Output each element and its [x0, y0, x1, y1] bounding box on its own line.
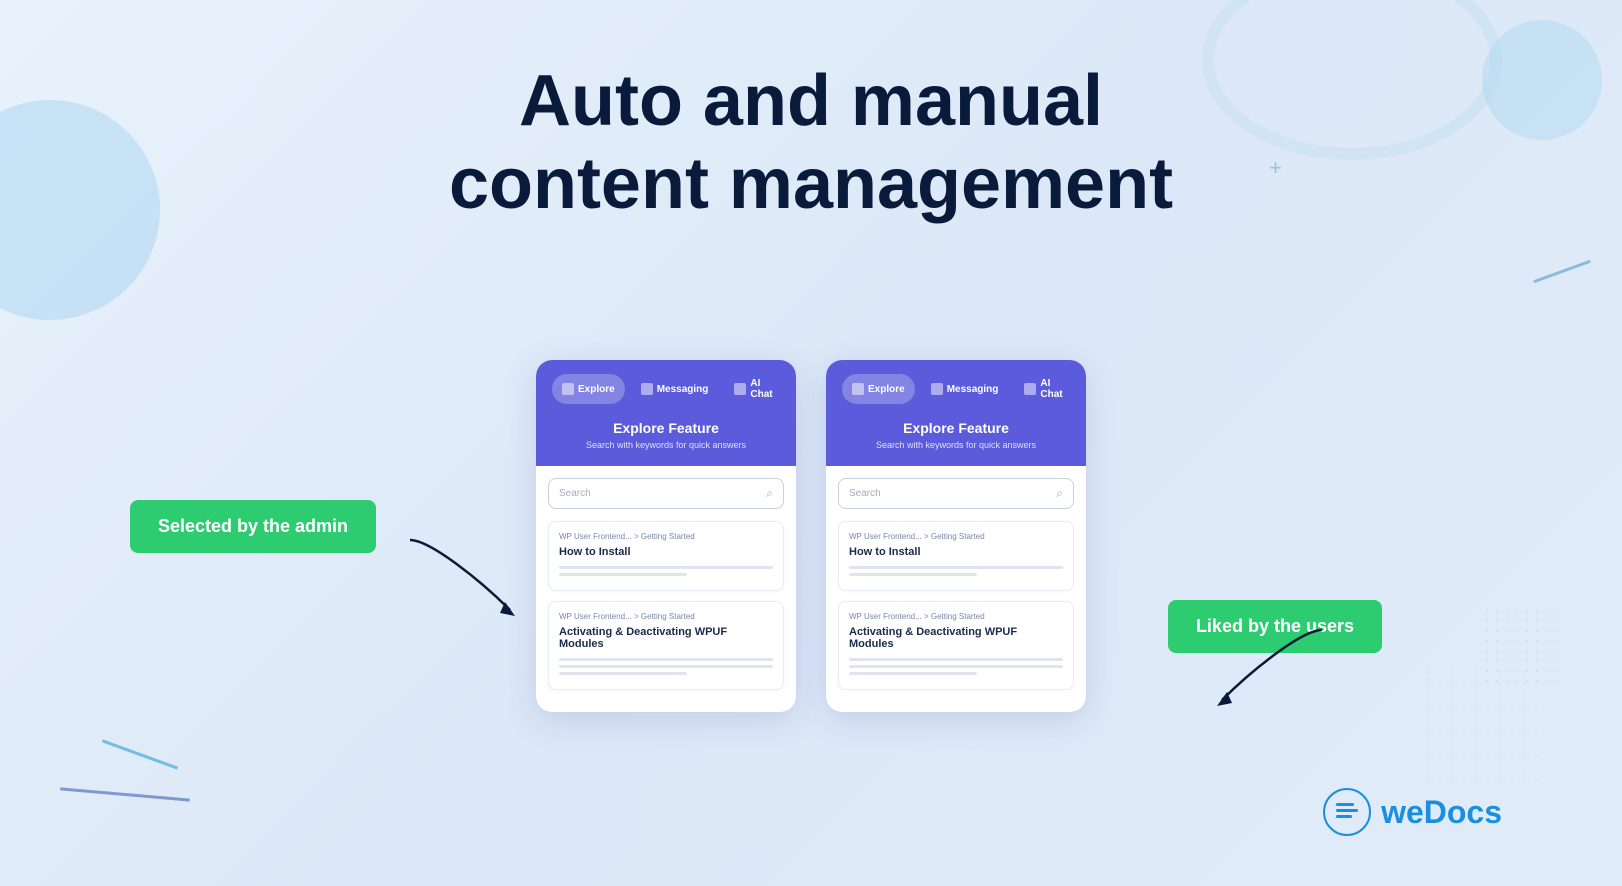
line: [559, 672, 687, 675]
card-right-breadcrumb-1: WP User Frontend... > Getting Started: [849, 532, 1063, 541]
card-right-item-title-2: Activating & Deactivating WPUF Modules: [849, 626, 1063, 650]
line: [559, 665, 773, 668]
card-left: Explore Messaging AI Chat Explore Featur…: [536, 360, 796, 712]
card-left-title: Explore Feature: [552, 420, 780, 436]
line: [849, 573, 977, 576]
card-right-item-2[interactable]: WP User Frontend... > Getting Started Ac…: [838, 601, 1074, 690]
search-icon-left: ⌕: [766, 486, 773, 501]
bg-arrow-decoration: [1533, 260, 1590, 283]
wedocs-icon: [1323, 788, 1371, 836]
explore-icon-left: [562, 383, 574, 395]
line: [559, 573, 687, 576]
tab-aichat-left[interactable]: AI Chat: [724, 374, 782, 404]
card-left-item-2[interactable]: WP User Frontend... > Getting Started Ac…: [548, 601, 784, 690]
aichat-icon-right: [1024, 383, 1036, 395]
search-icon-right: ⌕: [1056, 486, 1063, 501]
tab-explore-right[interactable]: Explore: [842, 374, 915, 404]
messaging-icon-left: [641, 383, 653, 395]
line: [559, 566, 773, 569]
card-left-item-lines-2: [559, 658, 773, 675]
bg-line-2: [60, 787, 190, 801]
card-left-item-title-1: How to Install: [559, 546, 773, 558]
aichat-icon-left: [734, 383, 746, 395]
card-left-subtitle: Search with keywords for quick answers: [552, 440, 780, 450]
line: [849, 658, 1063, 661]
arrow-to-left-card: [400, 520, 520, 620]
line: [559, 658, 773, 661]
card-right-body: Search ⌕ WP User Frontend... > Getting S…: [826, 466, 1086, 712]
tab-messaging-right[interactable]: Messaging: [921, 374, 1009, 404]
line: [849, 566, 1063, 569]
card-right-breadcrumb-2: WP User Frontend... > Getting Started: [849, 612, 1063, 621]
label-selected-by-admin: Selected by the admin: [130, 500, 376, 553]
wedocs-logo: weDocs: [1323, 788, 1502, 836]
card-left-breadcrumb-2: WP User Frontend... > Getting Started: [559, 612, 773, 621]
card-right-search[interactable]: Search ⌕: [838, 478, 1074, 509]
card-left-item-1[interactable]: WP User Frontend... > Getting Started Ho…: [548, 521, 784, 591]
card-left-item-title-2: Activating & Deactivating WPUF Modules: [559, 626, 773, 650]
card-right-title: Explore Feature: [842, 420, 1070, 436]
main-title: Auto and manual content management: [449, 60, 1173, 226]
card-right-header: Explore Messaging AI Chat Explore Featur…: [826, 360, 1086, 466]
card-left-body: Search ⌕ WP User Frontend... > Getting S…: [536, 466, 796, 712]
bg-line-1: [102, 739, 178, 769]
card-right-item-1[interactable]: WP User Frontend... > Getting Started Ho…: [838, 521, 1074, 591]
card-right-tabs: Explore Messaging AI Chat: [842, 374, 1070, 404]
card-right-item-lines-1: [849, 566, 1063, 576]
arrow-to-right-card: [1202, 610, 1332, 710]
tab-messaging-left[interactable]: Messaging: [631, 374, 719, 404]
card-left-search[interactable]: Search ⌕: [548, 478, 784, 509]
tab-explore-left[interactable]: Explore: [552, 374, 625, 404]
card-right-item-title-1: How to Install: [849, 546, 1063, 558]
bg-dots-2: [1422, 666, 1542, 786]
page-content: Auto and manual content management: [0, 0, 1622, 226]
card-left-tabs: Explore Messaging AI Chat: [552, 374, 780, 404]
line: [849, 672, 977, 675]
line: [849, 665, 1063, 668]
tab-aichat-right[interactable]: AI Chat: [1014, 374, 1072, 404]
card-left-search-placeholder: Search: [559, 488, 766, 499]
messaging-icon-right: [931, 383, 943, 395]
explore-icon-right: [852, 383, 864, 395]
card-right-search-placeholder: Search: [849, 488, 1056, 499]
card-left-breadcrumb-1: WP User Frontend... > Getting Started: [559, 532, 773, 541]
card-right-subtitle: Search with keywords for quick answers: [842, 440, 1070, 450]
card-right: Explore Messaging AI Chat Explore Featur…: [826, 360, 1086, 712]
card-left-item-lines-1: [559, 566, 773, 576]
card-right-item-lines-2: [849, 658, 1063, 675]
cards-section: Explore Messaging AI Chat Explore Featur…: [536, 360, 1086, 712]
card-left-header: Explore Messaging AI Chat Explore Featur…: [536, 360, 796, 466]
wedocs-text: weDocs: [1381, 794, 1502, 831]
